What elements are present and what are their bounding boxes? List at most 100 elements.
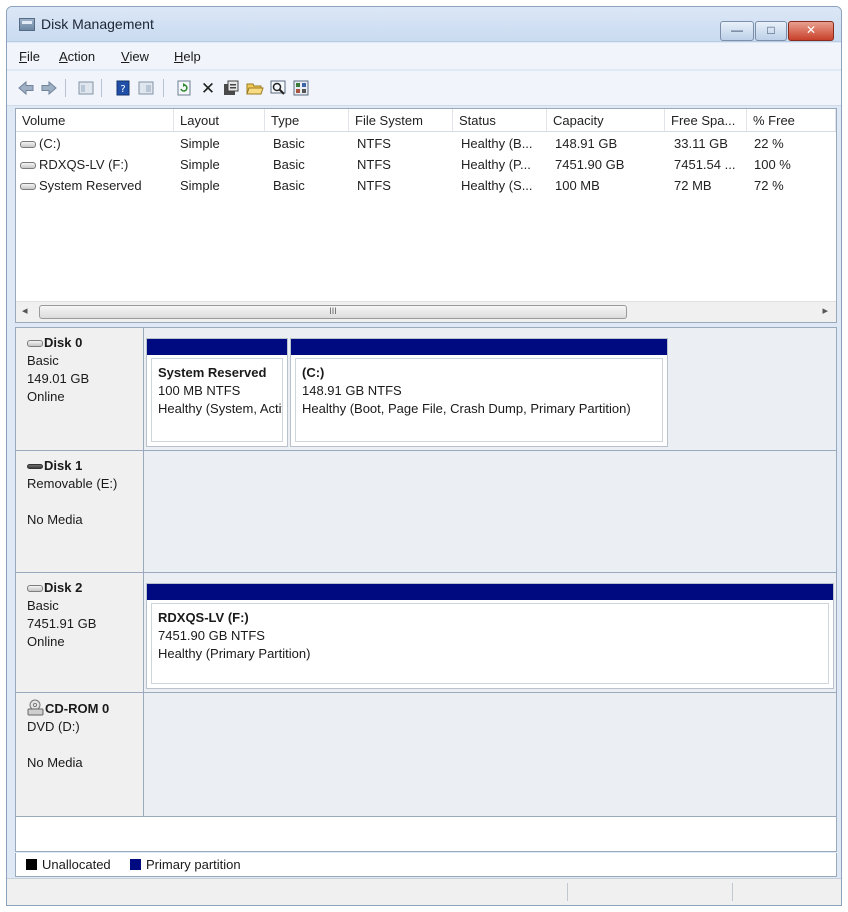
svg-text:?: ? [120,84,125,95]
close-button[interactable]: ✕ [788,21,834,41]
cd-rom-icon [27,699,44,716]
disk-size: 7451.91 GB [27,616,97,631]
capacity-cell: 7451.90 GB [555,157,625,172]
minimize-button[interactable]: — [720,21,754,41]
column-header-volume[interactable]: Volume [16,109,174,132]
toolbar-separator [65,79,66,97]
layout-cell: Simple [180,178,220,193]
disk-row-disk-2: Disk 2 Basic 7451.91 GB Online RDXQS-LV … [16,573,836,693]
partition-rdxqs-lv[interactable]: RDXQS-LV (F:) 7451.90 GB NTFS Healthy (P… [146,583,834,689]
disk-row-cd-rom-0: CD-ROM 0 DVD (D:) No Media [16,693,836,817]
percent-free-cell: 100 % [754,157,791,172]
type-cell: Basic [273,178,305,193]
scroll-right-icon[interactable]: ▸ [822,304,828,317]
delete-icon[interactable]: ✕ [199,79,217,97]
capacity-cell: 100 MB [555,178,600,193]
horizontal-scrollbar[interactable]: ◂ III ▸ [16,301,836,322]
column-header-type[interactable]: Type [265,109,349,132]
disk-info-disk-1[interactable]: Disk 1 Removable (E:) No Media [16,451,144,572]
scroll-left-icon[interactable]: ◂ [22,304,28,317]
svg-text:✕: ✕ [201,79,215,97]
drive-icon [20,183,36,191]
menu-file[interactable]: File [19,49,40,64]
partition-system-reserved[interactable]: System Reserved 100 MB NTFS Healthy (Sys… [146,338,288,447]
maximize-icon: □ [767,23,775,37]
menu-action[interactable]: Action [59,49,95,64]
disk-row-disk-1: Disk 1 Removable (E:) No Media [16,451,836,573]
partition-bar [291,339,667,355]
menu-view[interactable]: View [121,49,149,64]
title-bar[interactable]: Disk Management — □ ✕ [7,7,841,42]
forward-arrow-icon[interactable] [40,79,58,97]
legend-swatch-unallocated [26,859,37,870]
column-header-layout[interactable]: Layout [174,109,265,132]
partition-label: (C:) [302,365,325,380]
column-header-file-system[interactable]: File System [349,109,453,132]
toolbar: ? ✕ [7,71,841,106]
removable-disk-icon [27,464,43,470]
legend-label-primary: Primary partition [146,857,241,872]
hard-disk-icon [27,340,43,348]
partition-label: System Reserved [158,365,267,380]
status-cell: Healthy (B... [461,136,533,151]
refresh-icon[interactable] [175,79,193,97]
disk-status: No Media [27,512,83,527]
layout-cell: Simple [180,157,220,172]
properties-pane-icon[interactable] [137,79,155,97]
file-system-cell: NTFS [357,178,391,193]
scrollbar-thumb[interactable]: III [39,305,627,319]
partition-c-drive[interactable]: (C:) 148.91 GB NTFS Healthy (Boot, Page … [290,338,668,447]
disk-type: Basic [27,598,59,613]
column-header-free-space[interactable]: Free Spa... [665,109,747,132]
type-cell: Basic [273,157,305,172]
partition-bar [147,584,833,600]
legend-swatch-primary [130,859,141,870]
legend: Unallocated Primary partition [15,853,837,877]
open-folder-icon[interactable] [246,79,264,97]
disk-size [27,493,143,511]
column-header-percent-free[interactable]: % Free [747,109,836,132]
partition-status: Healthy (Boot, Page File, Crash Dump, Pr… [302,401,631,416]
back-arrow-icon[interactable] [17,79,35,97]
file-system-cell: NTFS [357,157,391,172]
status-cell: Healthy (P... [461,157,531,172]
disk-status: Online [27,389,65,404]
drive-icon [20,141,36,149]
disk-status: Online [27,634,65,649]
free-space-cell: 7451.54 ... [674,157,736,172]
status-divider [732,883,733,901]
disk-info-cd-rom-0[interactable]: CD-ROM 0 DVD (D:) No Media [16,693,144,816]
partition-size: 148.91 GB NTFS [302,383,402,398]
partition-bar [147,339,287,355]
menu-bar: File Action View Help [7,43,841,69]
hard-disk-icon [27,585,43,593]
properties-icon[interactable] [222,79,240,97]
file-system-cell: NTFS [357,136,391,151]
toolbar-separator [101,79,102,97]
disk-management-window: Disk Management — □ ✕ File Action View H… [6,6,842,906]
menu-help[interactable]: Help [174,49,201,64]
percent-free-cell: 72 % [754,178,784,193]
disk-type: DVD (D:) [27,719,80,734]
settings-icon[interactable] [292,79,310,97]
disk-row-disk-0: Disk 0 Basic 149.01 GB Online System Res… [16,328,836,451]
disk-info-disk-0[interactable]: Disk 0 Basic 149.01 GB Online [16,328,144,450]
search-icon[interactable] [269,79,287,97]
column-header-capacity[interactable]: Capacity [547,109,665,132]
disk-size [27,736,143,754]
layout-cell: Simple [180,136,220,151]
window-title: Disk Management [41,16,154,32]
disk-info-disk-2[interactable]: Disk 2 Basic 7451.91 GB Online [16,573,144,692]
help-icon[interactable]: ? [114,79,132,97]
status-cell: Healthy (S... [461,178,533,193]
column-header-status[interactable]: Status [453,109,547,132]
disk-type: Basic [27,353,59,368]
console-tree-icon[interactable] [77,79,95,97]
volume-cell: RDXQS-LV (F:) [20,157,170,172]
minimize-icon: — [731,23,743,37]
status-divider [567,883,568,901]
volume-list: Volume Layout Type File System Status Ca… [15,108,837,323]
maximize-button[interactable]: □ [755,21,787,41]
status-bar [7,878,841,905]
partition-label: RDXQS-LV (F:) [158,610,249,625]
